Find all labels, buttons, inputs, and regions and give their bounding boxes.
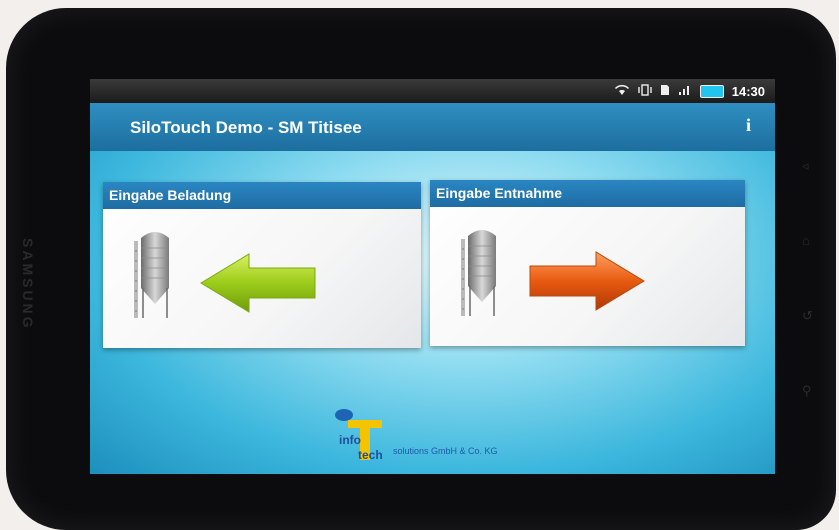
infotech-logo-icon: info tech [335,409,383,462]
info-button[interactable]: i [746,115,751,136]
brand-label: SAMSUNG [20,238,36,331]
vibrate-icon [638,83,652,99]
battery-icon [699,84,724,98]
screen: 14:30 SiloTouch Demo - SM Titisee i Eing… [90,79,775,474]
arrow-left-icon [200,253,316,313]
wifi-icon [614,84,630,99]
menu-key-icon[interactable]: ◃ [802,158,816,173]
tile-title: Eingabe Beladung [103,182,421,209]
tile-title: Eingabe Entnahme [430,180,745,207]
back-key-icon[interactable]: ↺ [802,308,816,323]
silo-icon [461,230,496,316]
tile-eingabe-entnahme[interactable]: Eingabe Entnahme [430,180,745,346]
status-bar: 14:30 [90,79,775,103]
tile-eingabe-beladung[interactable]: Eingabe Beladung [103,182,421,348]
search-key-icon[interactable]: ⚲ [802,383,816,398]
arrow-right-icon [529,251,645,311]
sd-card-icon [660,84,670,99]
company-logo: info tech solutions GmbH & Co. KG [330,406,560,466]
logo-word-info: info [339,433,361,447]
home-key-icon[interactable]: ⌂ [802,233,816,248]
logo-word-tech: tech [358,448,383,462]
app-title-bar: SiloTouch Demo - SM Titisee i [90,103,775,151]
company-name: solutions GmbH & Co. KG [393,446,498,456]
status-time: 14:30 [731,83,765,99]
signal-icon [678,84,692,99]
app-title: SiloTouch Demo - SM Titisee [130,118,362,137]
silo-icon [134,232,169,318]
